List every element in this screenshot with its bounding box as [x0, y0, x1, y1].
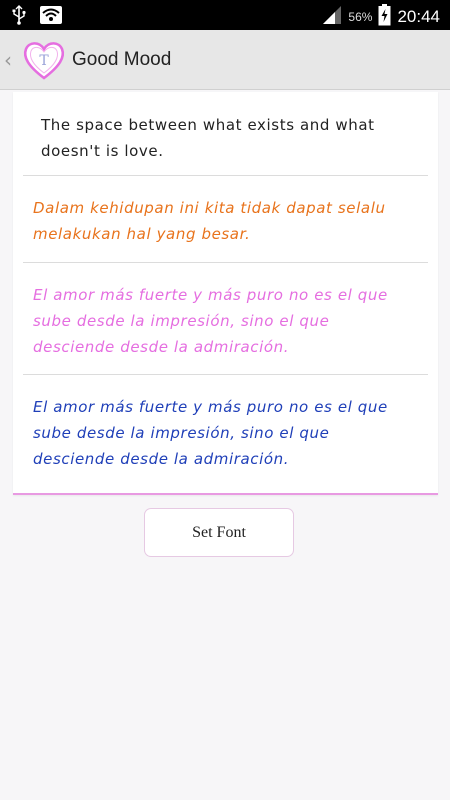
- battery-percent: 56%: [348, 10, 373, 24]
- app-title: Good Mood: [72, 48, 172, 70]
- status-right-icons: 56% 20:44: [322, 4, 440, 30]
- signal-icon: [322, 5, 342, 29]
- set-font-button[interactable]: Set Font: [144, 508, 294, 557]
- usb-icon: [12, 5, 26, 29]
- battery-charging-icon: [378, 4, 391, 30]
- font-sample-english[interactable]: The space between what exists and what d…: [23, 92, 428, 176]
- status-left-icons: [12, 5, 62, 29]
- action-bar: ‹ T Good Mood: [0, 30, 450, 90]
- wifi-icon: [40, 6, 62, 28]
- status-time: 20:44: [397, 7, 440, 26]
- font-sample-indonesian[interactable]: Dalam kehidupan ini kita tidak dapat sel…: [23, 176, 428, 263]
- sample-text: Dalam kehidupan ini kita tidak dapat sel…: [33, 199, 386, 243]
- back-caret-icon[interactable]: ‹: [4, 48, 18, 72]
- sample-text: El amor más fuerte y más puro no es el q…: [33, 286, 388, 356]
- font-sample-spanish-blue[interactable]: El amor más fuerte y más puro no es el q…: [23, 375, 428, 495]
- app-heart-icon[interactable]: T: [22, 38, 66, 82]
- status-bar: 56% 20:44: [0, 0, 450, 30]
- svg-text:T: T: [39, 53, 49, 69]
- font-samples-card: The space between what exists and what d…: [13, 92, 438, 495]
- font-sample-spanish-pink[interactable]: El amor más fuerte y más puro no es el q…: [23, 263, 428, 375]
- sample-text: The space between what exists and what d…: [41, 116, 375, 160]
- sample-text: El amor más fuerte y más puro no es el q…: [33, 398, 388, 468]
